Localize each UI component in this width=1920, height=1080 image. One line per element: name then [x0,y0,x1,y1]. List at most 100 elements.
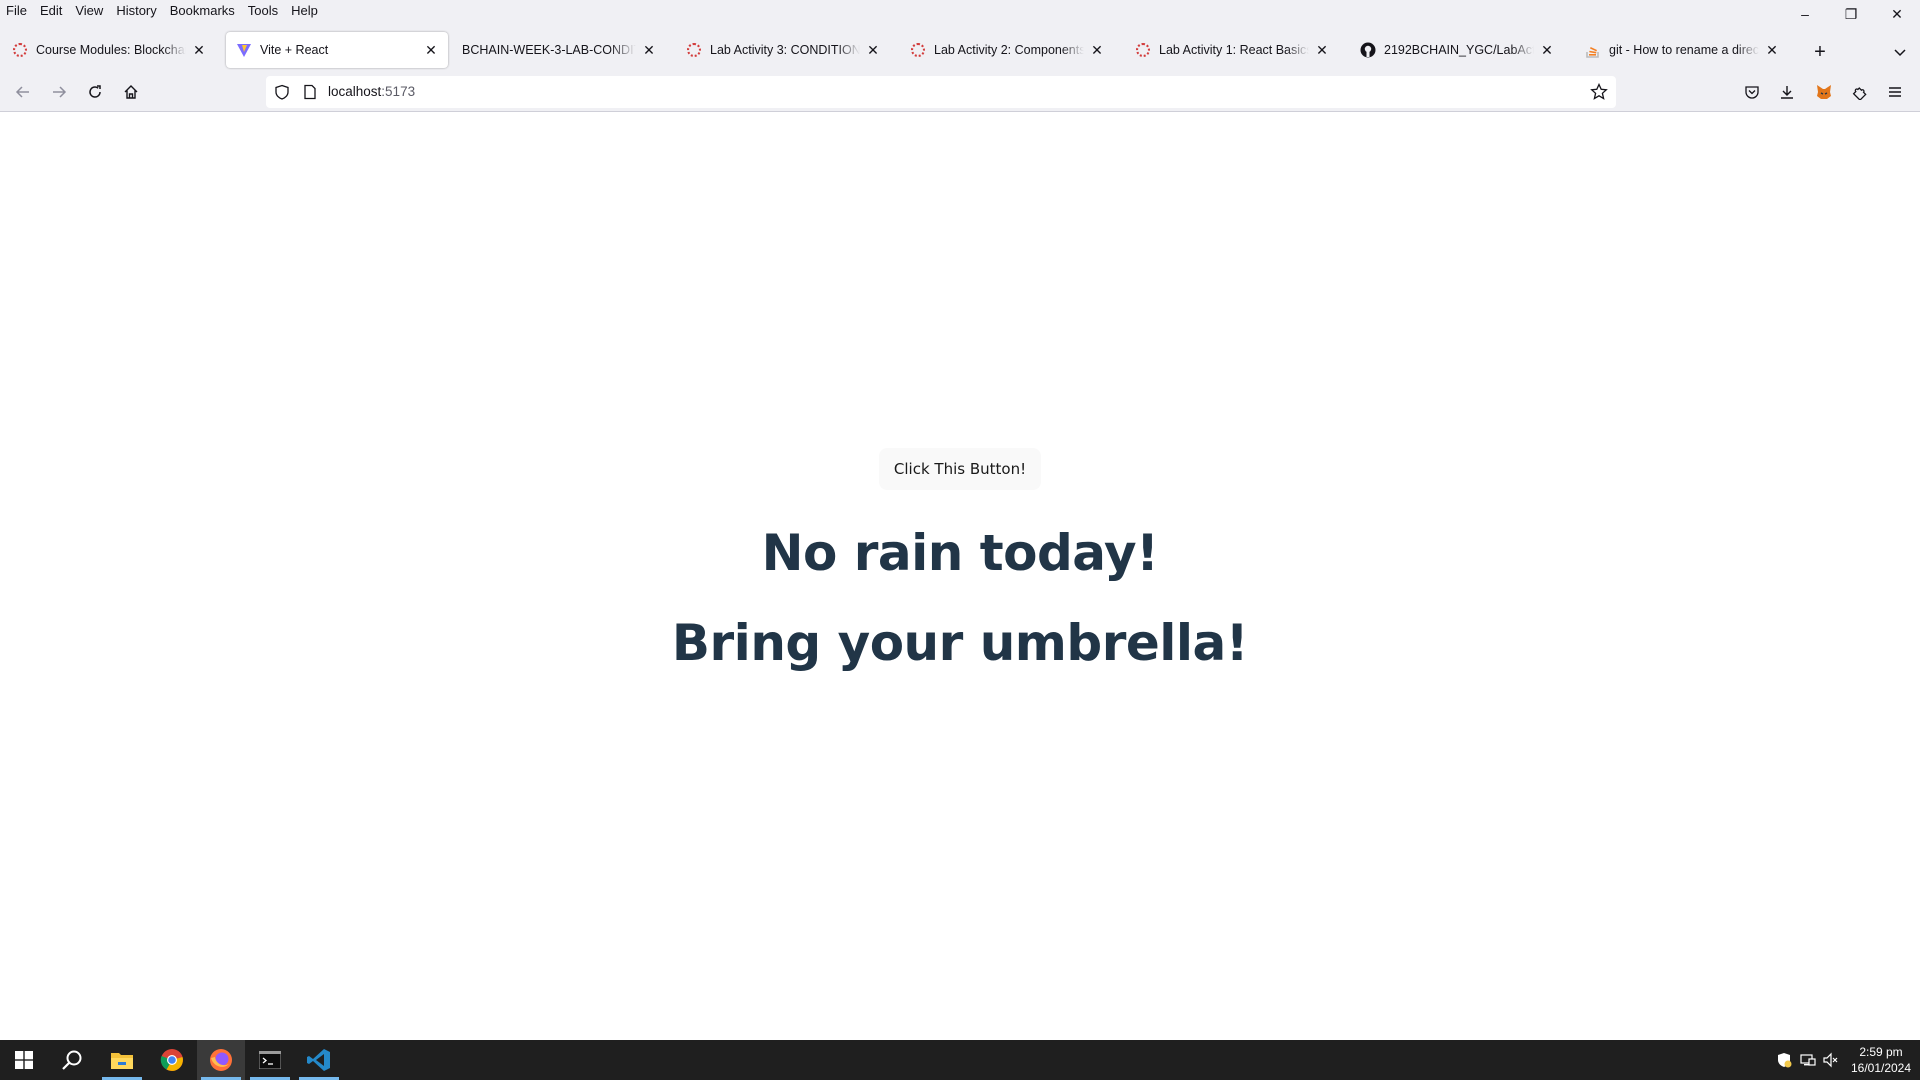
back-arrow-icon [15,86,29,98]
minimize-icon: – [1801,6,1809,22]
file-explorer-icon [111,1053,133,1069]
metamask-fox-icon [1817,85,1831,99]
tab-close-button[interactable]: ✕ [422,41,440,59]
tab-bchain-week-3[interactable]: BCHAIN-WEEK-3-LAB-CONDITIONA ✕ [452,32,666,68]
page-content: Click This Button! No rain today! Bring … [0,112,1920,1040]
tab-close-button[interactable]: ✕ [1763,41,1781,59]
menu-bar: File Edit View History Bookmarks Tools H… [0,0,1920,20]
metamask-extension-button[interactable] [1809,77,1839,107]
taskbar-vscode[interactable] [295,1040,343,1080]
start-button[interactable] [0,1040,48,1080]
umbrella-message: Bring your umbrella! [671,614,1249,672]
url-port: :5173 [381,84,416,99]
forward-button[interactable] [44,77,74,107]
url-bar[interactable]: localhost:5173 [266,76,1616,108]
minimize-button[interactable]: – [1782,0,1828,28]
tab-label: Vite + React [260,43,329,57]
menu-history[interactable]: History [116,3,156,18]
system-clock[interactable]: 2:59 pm 16/01/2024 [1848,1044,1914,1076]
volume-muted-icon[interactable] [1821,1040,1841,1080]
windows-start-icon [15,1051,33,1069]
tab-label: 2192BCHAIN_YGC/LabActivity2 [1384,43,1534,57]
restore-icon: ❐ [1844,5,1858,22]
puzzle-icon [1852,87,1867,100]
chrome-icon [160,1049,183,1071]
restore-button[interactable]: ❐ [1828,0,1874,28]
tab-close-button[interactable]: ✕ [190,41,208,59]
menu-help[interactable]: Help [291,3,318,18]
tab-close-button[interactable]: ✕ [640,41,658,59]
back-button[interactable] [8,77,38,107]
network-icon[interactable] [1798,1040,1818,1080]
tab-label: Lab Activity 1: React Basics [1159,43,1309,57]
menu-tools[interactable]: Tools [248,3,278,18]
tab-close-button[interactable]: ✕ [1088,41,1106,59]
shield-icon[interactable] [274,84,290,105]
tab-lab-activity-1[interactable]: Lab Activity 1: React Basics ✕ [1125,32,1339,68]
taskbar-file-explorer[interactable] [98,1040,146,1080]
tab-stackoverflow[interactable]: git - How to rename a directory ✕ [1575,32,1789,68]
security-tray-icon[interactable] [1774,1040,1794,1080]
pocket-button[interactable] [1737,77,1767,107]
downloads-button[interactable] [1772,77,1802,107]
firefox-icon [210,1049,232,1071]
plus-icon: + [1814,40,1826,63]
pocket-icon [1745,86,1759,99]
close-window-button[interactable]: ✕ [1874,0,1920,28]
page-info-icon[interactable] [302,84,318,105]
taskbar-chrome[interactable] [148,1040,196,1080]
tab-lab-activity-2[interactable]: Lab Activity 2: Components Act ✕ [900,32,1114,68]
tab-close-button[interactable]: ✕ [1538,41,1556,59]
taskbar-terminal[interactable] [246,1040,294,1080]
click-this-button[interactable]: Click This Button! [879,448,1041,490]
tab-label: Lab Activity 3: CONDITIONAL R [710,43,860,57]
red-ring-icon [12,42,28,58]
taskbar-firefox[interactable] [197,1040,245,1080]
reload-icon [89,85,101,98]
tab-github[interactable]: 2192BCHAIN_YGC/LabActivity2 ✕ [1350,32,1564,68]
clock-date: 16/01/2024 [1850,1061,1912,1075]
red-ring-icon [686,42,702,58]
github-icon [1360,42,1376,58]
reload-button[interactable] [80,77,110,107]
url-text: localhost:5173 [328,84,415,99]
tab-strip: Course Modules: Blockchain Te ✕ Vite + R… [0,30,1920,70]
vscode-icon [307,1049,330,1071]
new-tab-button[interactable]: + [1808,40,1832,64]
menu-view[interactable]: View [75,3,103,18]
windows-taskbar: 2:59 pm 16/01/2024 [0,1040,1920,1080]
clock-time: 2:59 pm [1859,1045,1903,1059]
home-icon [124,85,138,99]
url-host: localhost [328,84,382,99]
tab-lab-activity-3[interactable]: Lab Activity 3: CONDITIONAL R ✕ [676,32,890,68]
download-icon [1781,86,1793,99]
home-button[interactable] [116,77,146,107]
tab-course-modules[interactable]: Course Modules: Blockchain Te ✕ [2,32,216,68]
list-all-tabs-button[interactable] [1888,40,1912,64]
menu-file[interactable]: File [6,3,27,18]
taskbar-search-button[interactable] [48,1040,96,1080]
stackoverflow-icon [1585,42,1601,58]
extensions-button[interactable] [1845,77,1875,107]
search-icon [62,1050,82,1070]
tab-label: BCHAIN-WEEK-3-LAB-CONDITIONA [462,43,636,57]
bookmark-star-icon[interactable] [1590,82,1608,106]
tab-vite-react[interactable]: Vite + React ✕ [226,32,448,68]
tab-label: Lab Activity 2: Components Act [934,43,1084,57]
forward-arrow-icon [53,86,67,98]
window-controls: – ❐ ✕ [1782,0,1920,28]
chevron-down-icon [1894,49,1906,57]
tab-label: Course Modules: Blockchain Te [36,43,186,57]
vite-icon [236,42,252,58]
app-menu-button[interactable] [1880,77,1910,107]
menu-edit[interactable]: Edit [40,3,62,18]
tab-label: git - How to rename a directory [1609,43,1759,57]
menu-bookmarks[interactable]: Bookmarks [170,3,235,18]
tab-close-button[interactable]: ✕ [1313,41,1331,59]
weather-message: No rain today! [761,524,1159,582]
hamburger-menu-icon [1889,87,1901,97]
browser-chrome: File Edit View History Bookmarks Tools H… [0,0,1920,112]
tab-close-button[interactable]: ✕ [864,41,882,59]
red-ring-icon [910,42,926,58]
navigation-toolbar: localhost:5173 [0,74,1920,112]
